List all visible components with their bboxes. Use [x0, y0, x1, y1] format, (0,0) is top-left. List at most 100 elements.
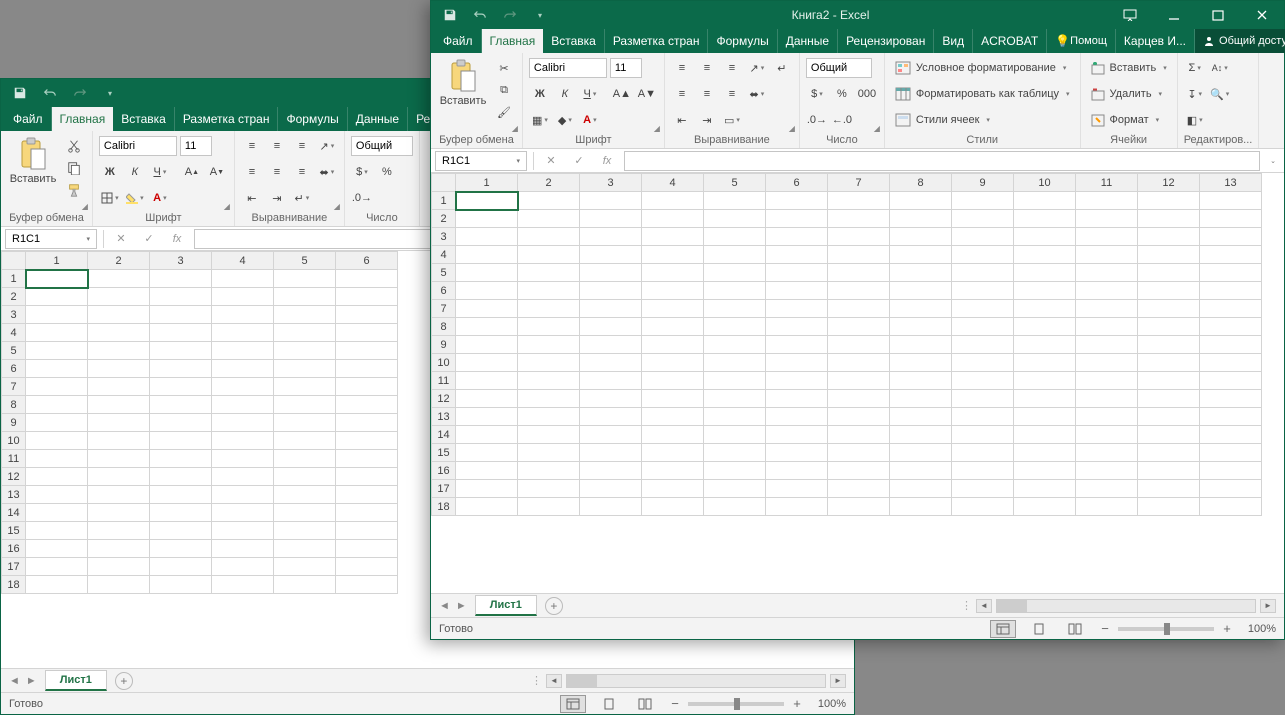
cell-styles-button[interactable]: Стили ячеек▾ [891, 109, 994, 131]
column-header[interactable]: 3 [580, 174, 642, 192]
cell[interactable] [456, 390, 518, 408]
cell[interactable] [1014, 426, 1076, 444]
cell[interactable] [150, 468, 212, 486]
copy-icon[interactable]: ⧉ [493, 80, 515, 100]
align-left-icon[interactable]: ≡ [671, 84, 693, 104]
cell[interactable] [766, 336, 828, 354]
sheet-tab[interactable]: Лист1 [475, 595, 537, 616]
cell[interactable] [704, 228, 766, 246]
cell[interactable] [890, 336, 952, 354]
italic-button[interactable]: К [124, 162, 146, 182]
number-format-input[interactable] [351, 136, 413, 156]
cell[interactable] [274, 288, 336, 306]
row-header[interactable]: 4 [432, 246, 456, 264]
cell[interactable] [274, 324, 336, 342]
cell[interactable] [274, 450, 336, 468]
zoom-out-button[interactable]: − [668, 696, 682, 711]
tab-insert[interactable]: Вставка [543, 29, 605, 53]
cell[interactable] [704, 300, 766, 318]
row-header[interactable]: 1 [2, 270, 26, 288]
undo-icon[interactable] [467, 3, 493, 27]
shrink-font-button[interactable]: A▼ [206, 162, 228, 182]
cell[interactable] [212, 288, 274, 306]
share-button[interactable]: Общий доступ [1195, 29, 1285, 53]
cell[interactable] [26, 432, 88, 450]
cell[interactable] [26, 450, 88, 468]
row-header[interactable]: 9 [432, 336, 456, 354]
row-header[interactable]: 3 [2, 306, 26, 324]
view-page-break-icon[interactable] [1062, 620, 1088, 638]
cell[interactable] [518, 462, 580, 480]
borders-button[interactable] [99, 188, 121, 208]
cell[interactable] [1076, 390, 1138, 408]
cell[interactable] [580, 282, 642, 300]
cell[interactable] [1014, 462, 1076, 480]
qat-customize-icon[interactable]: ▾ [97, 81, 123, 105]
cell[interactable] [88, 432, 150, 450]
cell[interactable] [1200, 390, 1262, 408]
bold-button[interactable]: Ж [99, 162, 121, 182]
cell[interactable] [1076, 354, 1138, 372]
row-header[interactable]: 9 [2, 414, 26, 432]
cell[interactable] [890, 282, 952, 300]
cell[interactable] [1014, 192, 1076, 210]
cell[interactable] [1014, 264, 1076, 282]
cell[interactable] [150, 378, 212, 396]
cell[interactable] [766, 192, 828, 210]
view-normal-icon[interactable] [990, 620, 1016, 638]
cell[interactable] [1076, 480, 1138, 498]
cell[interactable] [88, 450, 150, 468]
decrease-decimal-icon[interactable]: ←.0 [831, 110, 853, 130]
cell[interactable] [766, 354, 828, 372]
cell[interactable] [336, 540, 398, 558]
cell[interactable] [766, 462, 828, 480]
column-header[interactable]: 9 [952, 174, 1014, 192]
row-header[interactable]: 5 [2, 342, 26, 360]
cell[interactable] [952, 246, 1014, 264]
font-size-input[interactable] [610, 58, 642, 78]
formula-input[interactable] [624, 151, 1260, 171]
cell[interactable] [336, 378, 398, 396]
align-right-icon[interactable]: ≡ [721, 84, 743, 104]
align-center-icon[interactable]: ≡ [266, 162, 288, 182]
cancel-formula-icon[interactable]: ✕ [540, 151, 562, 171]
increase-decimal-icon[interactable]: .0→ [351, 188, 373, 208]
cell[interactable] [274, 468, 336, 486]
cell[interactable] [828, 318, 890, 336]
column-header[interactable]: 11 [1076, 174, 1138, 192]
cell[interactable] [1076, 408, 1138, 426]
zoom-slider[interactable] [688, 702, 784, 706]
cell[interactable] [1200, 462, 1262, 480]
shrink-font-button[interactable]: A▼ [636, 84, 658, 104]
cell[interactable] [642, 444, 704, 462]
cell[interactable] [1138, 246, 1200, 264]
cell[interactable] [642, 390, 704, 408]
orientation-icon[interactable]: ↗ [316, 136, 338, 156]
cell[interactable] [828, 354, 890, 372]
cell[interactable] [88, 396, 150, 414]
cell[interactable] [642, 372, 704, 390]
wrap-text-icon[interactable]: ↵ [771, 58, 793, 78]
cell[interactable] [456, 372, 518, 390]
cell[interactable] [1014, 390, 1076, 408]
cell[interactable] [1138, 480, 1200, 498]
row-header[interactable]: 14 [432, 426, 456, 444]
cell[interactable] [890, 444, 952, 462]
cell[interactable] [890, 246, 952, 264]
cell[interactable] [642, 246, 704, 264]
cell[interactable] [766, 282, 828, 300]
cell[interactable] [1138, 372, 1200, 390]
sort-filter-icon[interactable]: A↕ [1209, 58, 1231, 78]
cell[interactable] [518, 228, 580, 246]
cell[interactable] [580, 408, 642, 426]
cell[interactable] [1014, 336, 1076, 354]
horizontal-scrollbar[interactable]: ⋮ ◄► [571, 599, 1276, 613]
cell[interactable] [518, 300, 580, 318]
cell[interactable] [150, 432, 212, 450]
row-header[interactable]: 7 [432, 300, 456, 318]
cell[interactable] [1200, 210, 1262, 228]
column-header[interactable]: 8 [890, 174, 952, 192]
minimize-button[interactable] [1152, 1, 1196, 29]
row-header[interactable]: 13 [2, 486, 26, 504]
cell[interactable] [518, 372, 580, 390]
